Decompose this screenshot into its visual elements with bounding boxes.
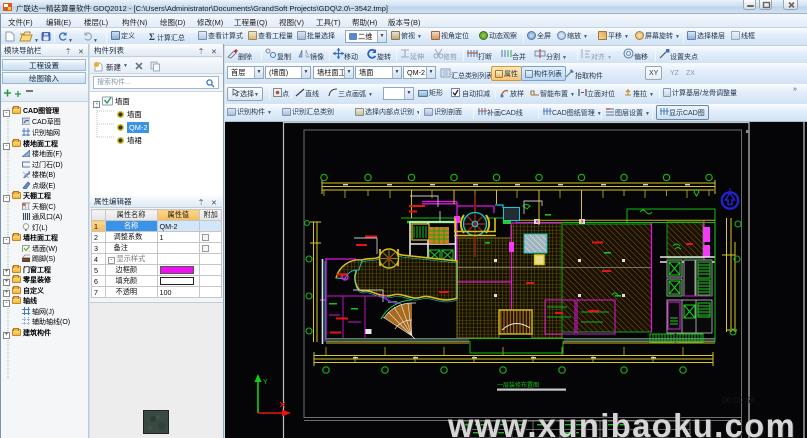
svg-text:00:00:54: 00:00:54 xyxy=(722,395,755,405)
svg-text:一层装修布置图: 一层装修布置图 xyxy=(497,381,539,389)
svg-text:Y: Y xyxy=(263,379,268,386)
